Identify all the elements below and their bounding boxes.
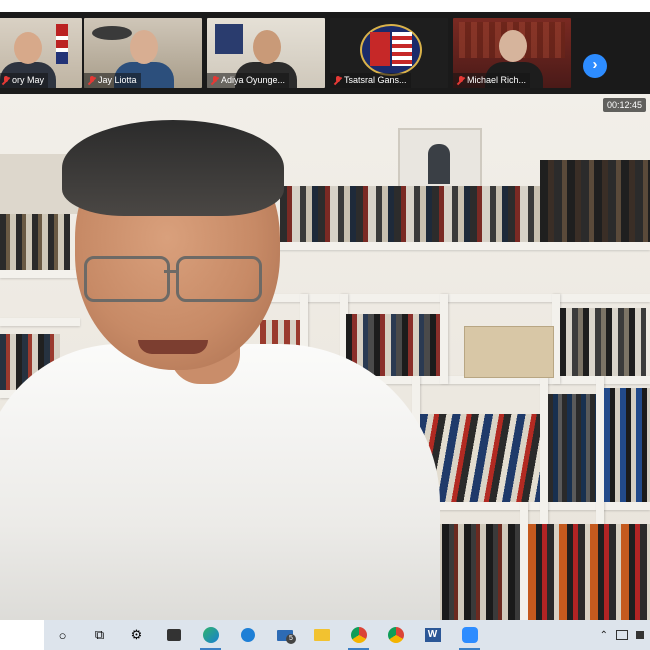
muted-mic-icon	[88, 76, 96, 85]
participant-name: Tsatsral Gans...	[344, 75, 407, 85]
glasses-right-lens	[176, 256, 262, 302]
muted-mic-icon	[2, 76, 10, 85]
participant-thumbnail[interactable]: Adiya Oyunge...	[207, 18, 325, 88]
participant-nameplate: Michael Rich...	[453, 73, 531, 88]
shelf-board	[250, 294, 650, 302]
book-row	[540, 160, 650, 242]
chrome-icon-1[interactable]	[340, 620, 377, 650]
muted-mic-icon	[211, 76, 219, 85]
glasses-bridge	[164, 270, 176, 273]
store-bag-icon[interactable]	[155, 620, 192, 650]
muted-mic-icon	[334, 76, 342, 85]
storage-box	[464, 326, 554, 378]
shelf-divider	[440, 294, 448, 384]
edge-browser-icon[interactable]	[192, 620, 229, 650]
photo-frame	[398, 128, 482, 194]
participant-nameplate: Tsatsral Gans...	[330, 73, 411, 88]
participant-thumbnail[interactable]: Jay Liotta	[84, 18, 202, 88]
chrome-icon-2[interactable]	[377, 620, 414, 650]
file-explorer-icon[interactable]	[303, 620, 340, 650]
shelf-board	[0, 318, 80, 326]
tray-chevron-icon[interactable]: ⌃	[600, 630, 608, 641]
participant-nameplate: ory May	[0, 73, 49, 88]
chamber-logo-icon	[360, 24, 422, 76]
next-page-button[interactable]: ›	[583, 54, 607, 78]
task-view-icon[interactable]: ⧉	[81, 620, 118, 650]
flag-decoration	[56, 24, 68, 64]
book-row	[528, 524, 650, 620]
settings-gear-icon[interactable]: ⚙	[118, 620, 155, 650]
speaker-shirt	[0, 344, 440, 620]
participant-name: Jay Liotta	[98, 75, 137, 85]
mail-icon[interactable]: 5	[266, 620, 303, 650]
teamviewer-icon[interactable]	[229, 620, 266, 650]
participant-nameplate: Jay Liotta	[84, 73, 141, 88]
participant-thumbnail[interactable]: Michael Rich...	[453, 18, 571, 88]
wall-art-decoration	[215, 24, 243, 54]
participant-thumbnail[interactable]: Tsatsral Gans...	[330, 18, 448, 88]
word-icon[interactable]: W	[414, 620, 451, 650]
speaker-hair	[62, 120, 284, 216]
network-icon[interactable]	[616, 630, 628, 640]
windows-taskbar: ○ ⧉ ⚙ 5 W ⌃	[0, 620, 650, 650]
volume-icon[interactable]	[636, 631, 644, 639]
shelf-board	[250, 242, 650, 250]
book-row	[280, 186, 540, 242]
active-speaker-video: 00:12:45	[0, 94, 650, 620]
participant-thumbnail[interactable]: ory May	[0, 18, 82, 88]
book-row	[0, 214, 70, 270]
taskbar-search-box[interactable]	[0, 620, 44, 650]
speaker-mouth	[138, 340, 208, 354]
participant-thumbnail-strip: ory May Jay Liotta Adiya Oyunge... Tsats…	[0, 12, 650, 90]
mail-badge: 5	[286, 634, 296, 644]
glasses-left-lens	[84, 256, 170, 302]
book-row	[548, 394, 596, 502]
meeting-timer: 00:12:45	[602, 98, 646, 112]
muted-mic-icon	[457, 76, 465, 85]
zoom-meeting-window: ory May Jay Liotta Adiya Oyunge... Tsats…	[0, 12, 650, 620]
participant-nameplate: Adiya Oyunge...	[207, 73, 290, 88]
participant-name: Adiya Oyunge...	[221, 75, 286, 85]
book-row	[560, 308, 646, 376]
shelf-divider	[520, 502, 528, 620]
participant-name: Michael Rich...	[467, 75, 527, 85]
lamp-decoration	[92, 26, 132, 40]
cortana-circle-icon[interactable]: ○	[44, 620, 81, 650]
participant-name: ory May	[12, 75, 45, 85]
system-tray: ⌃	[600, 620, 650, 650]
book-row	[604, 388, 650, 502]
zoom-icon[interactable]	[451, 620, 488, 650]
